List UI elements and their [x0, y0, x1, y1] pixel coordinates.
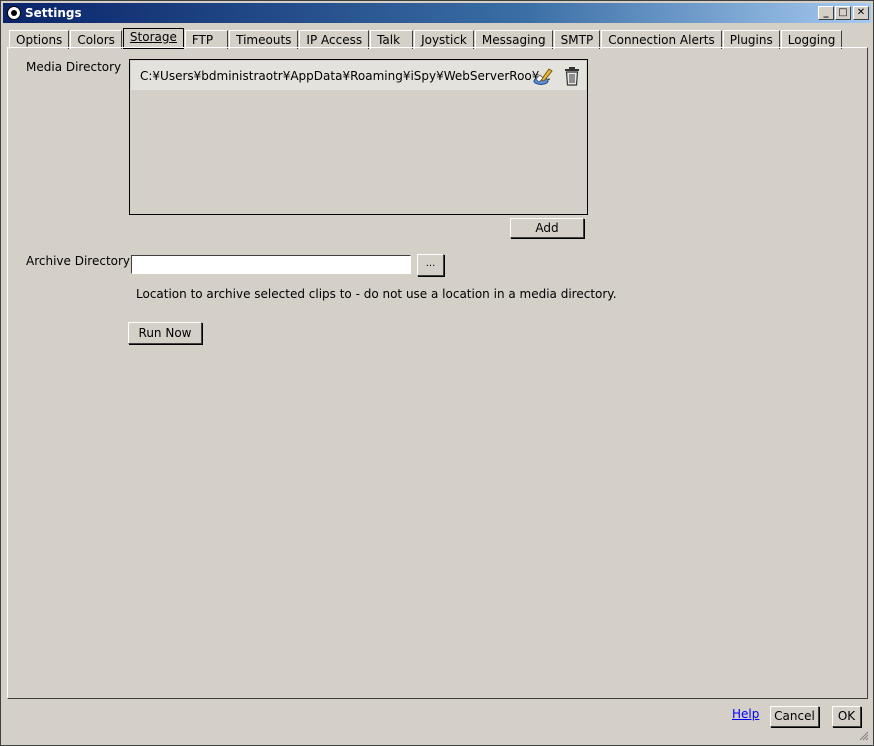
app-eye-icon [7, 6, 21, 20]
cancel-button[interactable]: Cancel [770, 706, 819, 727]
list-item[interactable]: C:¥Users¥bdministraotr¥AppData¥Roaming¥i… [131, 61, 586, 90]
tab-storage[interactable]: Storage [122, 28, 184, 49]
settings-window: Settings _ □ ✕ Options Colors Storage FTP Ti… [0, 0, 874, 746]
minimize-button[interactable]: _ [818, 6, 834, 20]
media-directory-path: C:¥Users¥bdministraotr¥AppData¥Roaming¥i… [140, 69, 551, 83]
archive-directory-label: Archive Directory [26, 254, 131, 268]
edit-brush-icon[interactable] [532, 66, 554, 86]
media-directory-label: Media Directory [26, 60, 122, 74]
ok-button[interactable]: OK [832, 706, 861, 727]
maximize-button[interactable]: □ [835, 6, 851, 20]
archive-directory-input[interactable] [131, 255, 411, 274]
run-now-button[interactable]: Run Now [128, 322, 202, 344]
close-button[interactable]: ✕ [853, 6, 869, 20]
archive-hint-text: Location to archive selected clips to - … [136, 287, 617, 301]
media-directory-list[interactable]: C:¥Users¥bdministraotr¥AppData¥Roaming¥i… [129, 59, 588, 215]
resize-grip-icon[interactable] [857, 729, 869, 741]
window-title: Settings [25, 6, 82, 20]
help-link[interactable]: Help [732, 707, 759, 721]
title-bar[interactable]: Settings _ □ ✕ [3, 3, 871, 23]
browse-archive-button[interactable]: ... [417, 254, 444, 276]
delete-trash-icon[interactable] [563, 66, 581, 86]
add-media-directory-button[interactable]: Add [510, 218, 584, 238]
tab-strip: Options Colors Storage FTP Timeouts IP Access… [9, 28, 843, 49]
